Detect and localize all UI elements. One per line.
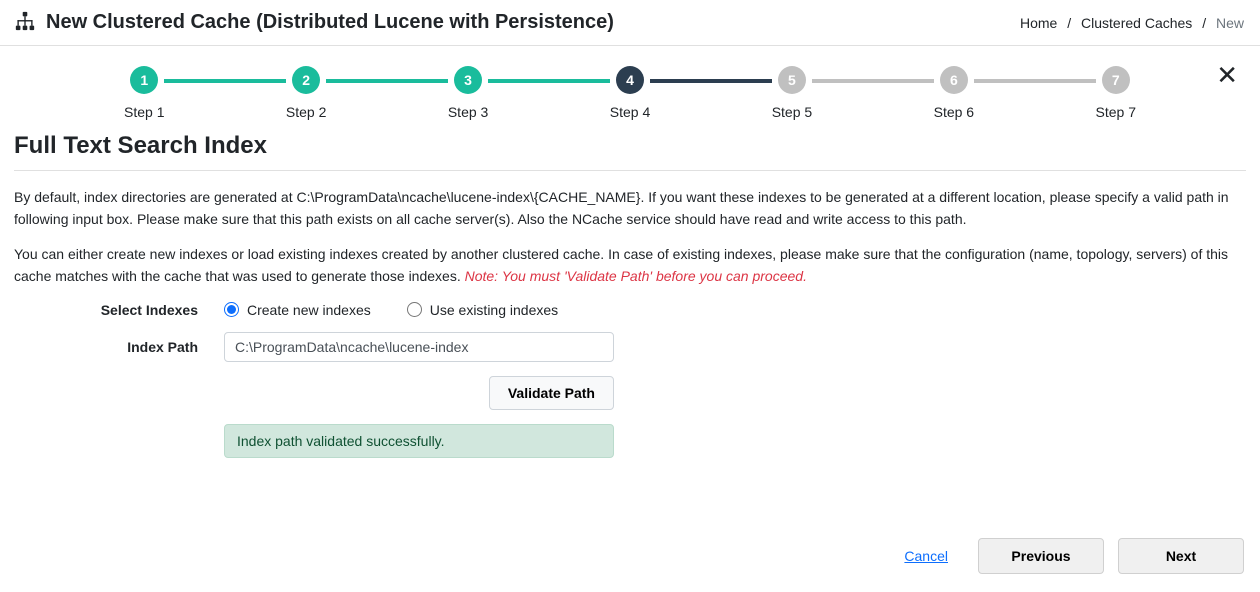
- sitemap-icon: [14, 10, 36, 35]
- step-6[interactable]: 6 Step 6: [934, 66, 974, 120]
- step-circle: 5: [778, 66, 806, 94]
- radio-create-new-label: Create new indexes: [247, 302, 371, 318]
- section-title: Full Text Search Index: [14, 132, 1246, 160]
- radio-create-new-input[interactable]: [224, 302, 239, 317]
- validate-note: Note: You must 'Validate Path' before yo…: [465, 268, 807, 284]
- header-bar: New Clustered Cache (Distributed Lucene …: [0, 0, 1260, 46]
- step-connector: [488, 79, 609, 83]
- breadcrumb-sep: /: [1202, 15, 1206, 31]
- divider: [14, 170, 1246, 171]
- step-circle: 7: [1102, 66, 1130, 94]
- header-left: New Clustered Cache (Distributed Lucene …: [14, 10, 614, 35]
- index-path-input[interactable]: [224, 332, 614, 362]
- description-para-2: You can either create new indexes or loa…: [14, 244, 1246, 287]
- step-connector: [164, 79, 285, 83]
- step-7[interactable]: 7 Step 7: [1096, 66, 1136, 120]
- index-path-label: Index Path: [14, 339, 224, 355]
- wizard-footer: Cancel Previous Next: [14, 538, 1246, 574]
- radio-use-existing-input[interactable]: [407, 302, 422, 317]
- next-button[interactable]: Next: [1118, 538, 1244, 574]
- step-label: Step 4: [610, 104, 650, 120]
- select-indexes-row: Select Indexes Create new indexes Use ex…: [14, 302, 1246, 318]
- stepper: 1 Step 1 2 Step 2 3 Step 3 4 Step 4 5 St…: [124, 66, 1136, 120]
- select-indexes-label: Select Indexes: [14, 302, 224, 318]
- step-circle: 6: [940, 66, 968, 94]
- step-2[interactable]: 2 Step 2: [286, 66, 326, 120]
- step-label: Step 7: [1096, 104, 1136, 120]
- validation-success-alert: Index path validated successfully.: [224, 424, 614, 458]
- page-title: New Clustered Cache (Distributed Lucene …: [46, 11, 614, 34]
- step-circle: 3: [454, 66, 482, 94]
- step-connector: [974, 79, 1095, 83]
- cancel-link[interactable]: Cancel: [904, 548, 948, 564]
- step-circle: 2: [292, 66, 320, 94]
- step-3[interactable]: 3 Step 3: [448, 66, 488, 120]
- select-indexes-options: Create new indexes Use existing indexes: [224, 302, 558, 318]
- step-connector: [812, 79, 933, 83]
- step-5[interactable]: 5 Step 5: [772, 66, 812, 120]
- description-para-1: By default, index directories are genera…: [14, 187, 1246, 230]
- breadcrumb-home[interactable]: Home: [1020, 15, 1057, 31]
- step-label: Step 1: [124, 104, 164, 120]
- close-icon[interactable]: ✕: [1216, 62, 1238, 88]
- breadcrumb-clustered-caches[interactable]: Clustered Caches: [1081, 15, 1192, 31]
- step-4[interactable]: 4 Step 4: [610, 66, 650, 120]
- step-label: Step 2: [286, 104, 326, 120]
- step-circle: 1: [130, 66, 158, 94]
- step-connector: [650, 79, 771, 83]
- step-connector: [326, 79, 447, 83]
- breadcrumb-sep: /: [1067, 15, 1071, 31]
- validate-row: Validate Path: [224, 376, 614, 410]
- index-path-row: Index Path: [14, 332, 1246, 362]
- breadcrumb-current: New: [1216, 15, 1244, 31]
- validate-path-button[interactable]: Validate Path: [489, 376, 614, 410]
- wizard-panel: ✕ 1 Step 1 2 Step 2 3 Step 3 4 Step 4 5 …: [0, 46, 1260, 592]
- previous-button[interactable]: Previous: [978, 538, 1104, 574]
- radio-use-existing[interactable]: Use existing indexes: [407, 302, 558, 318]
- radio-create-new[interactable]: Create new indexes: [224, 302, 371, 318]
- step-circle: 4: [616, 66, 644, 94]
- step-label: Step 6: [934, 104, 974, 120]
- step-label: Step 5: [772, 104, 812, 120]
- breadcrumb: Home / Clustered Caches / New: [1020, 15, 1244, 31]
- radio-use-existing-label: Use existing indexes: [430, 302, 558, 318]
- step-1[interactable]: 1 Step 1: [124, 66, 164, 120]
- step-label: Step 3: [448, 104, 488, 120]
